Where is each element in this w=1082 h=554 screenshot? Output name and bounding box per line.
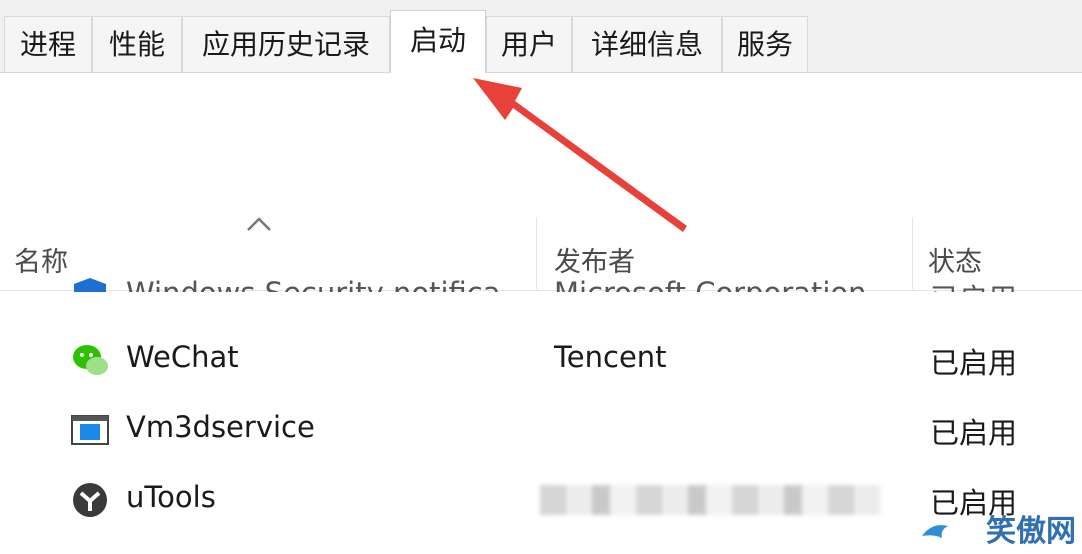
table-row[interactable]: Vm3dservice 已启用: [0, 394, 1082, 464]
row-status: 已启用: [930, 346, 1018, 380]
row-name: Windows Security notifica...: [126, 276, 528, 292]
table-row[interactable]: WeChat Tencent 已启用: [0, 324, 1082, 394]
row-name: WeChat: [126, 340, 239, 374]
row-name: uTools: [126, 480, 216, 514]
tab-users[interactable]: 用户: [486, 16, 572, 72]
vm3dservice-window-icon: [71, 415, 109, 445]
row-name: Vm3dservice: [126, 410, 315, 444]
watermark-text: 笑傲网: [986, 514, 1076, 549]
table-row[interactable]: Windows Security notifica... Microsoft C…: [0, 262, 1082, 292]
row-status: 已启用: [930, 416, 1018, 450]
tab-performance[interactable]: 性能: [92, 16, 182, 72]
wechat-icon: [73, 345, 108, 375]
tab-app-history[interactable]: 应用历史记录: [182, 16, 390, 72]
row-status: 已启用: [930, 276, 1017, 292]
tab-processes[interactable]: 进程: [4, 16, 92, 72]
tab-services[interactable]: 服务: [722, 16, 808, 72]
tab-startup[interactable]: 启动: [390, 10, 486, 73]
sort-ascending-icon[interactable]: [244, 214, 274, 234]
row-publisher: Tencent: [554, 340, 667, 374]
watermark-shark-icon: [922, 525, 948, 538]
tab-details[interactable]: 详细信息: [572, 16, 722, 72]
tab-bar: 进程 性能 应用历史记录 启动 用户 详细信息 服务: [0, 0, 1082, 73]
utools-icon: [73, 483, 107, 517]
windows-security-shield-icon: [74, 278, 106, 292]
row-publisher: Microsoft Corporation: [554, 276, 867, 292]
redacted-publisher: [540, 485, 880, 515]
